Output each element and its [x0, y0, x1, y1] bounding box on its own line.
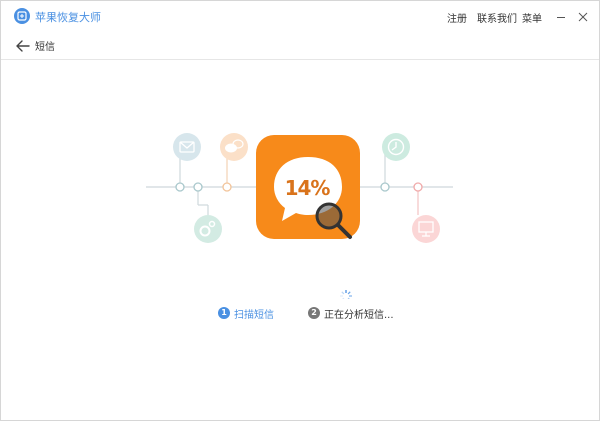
mail-icon — [173, 133, 201, 161]
minimize-icon — [557, 17, 565, 18]
timeline-node — [175, 182, 185, 192]
app-logo-icon — [14, 8, 30, 24]
step-2-number: 2 — [311, 308, 317, 317]
back-button[interactable] — [15, 38, 31, 52]
nav-bar: 短信 — [1, 31, 599, 60]
gear-icon — [194, 215, 222, 243]
timeline-node — [193, 182, 203, 192]
chat-bubbles-icon — [220, 133, 248, 161]
step-1-number: 1 — [221, 308, 227, 317]
magnifier-icon — [315, 202, 352, 239]
contact-us-link[interactable]: 联系我们 — [477, 10, 517, 25]
title-bar: 苹果恢复大师 注册 联系我们 菜单 — [1, 1, 599, 31]
close-button[interactable] — [576, 9, 590, 23]
clock-icon — [382, 133, 410, 161]
register-link[interactable]: 注册 — [447, 10, 467, 25]
page-title: 短信 — [35, 42, 55, 53]
app-title: 苹果恢复大师 — [35, 11, 101, 24]
app-window: 苹果恢复大师 注册 联系我们 菜单 短信 14% 1 扫描短信 2 正在分析短信… — [0, 0, 600, 421]
timeline-node — [222, 182, 232, 192]
timeline-node — [413, 182, 423, 192]
step-2-icon: 2 — [308, 307, 320, 319]
back-arrow-icon — [16, 40, 30, 52]
menu-link[interactable]: 菜单 — [522, 10, 542, 25]
minimize-button[interactable] — [554, 9, 568, 23]
step-2-label: 正在分析短信... — [324, 310, 394, 321]
progress-percent: 14% — [284, 176, 331, 200]
step-1-label: 扫描短信 — [234, 310, 274, 321]
step-1-icon: 1 — [218, 307, 230, 319]
close-icon — [578, 12, 588, 22]
monitor-icon — [412, 215, 440, 243]
loading-spinner-icon — [340, 290, 352, 299]
timeline-node — [380, 182, 390, 192]
